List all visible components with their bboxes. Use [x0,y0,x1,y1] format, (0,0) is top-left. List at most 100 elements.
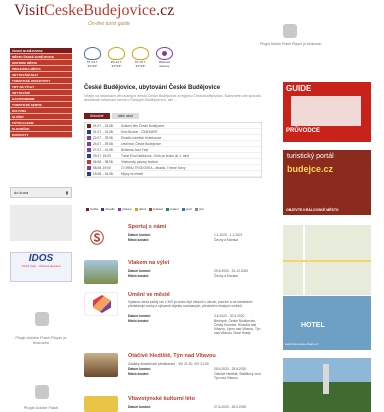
legend-swatch [195,207,199,211]
event-name[interactable]: Kino Budvar - CINEMAFE [121,130,158,134]
category-swatch [87,123,91,128]
category-swatch [87,147,91,152]
lang-select[interactable]: ▮ do kuna [10,187,72,198]
hotel-url: www.hotel-sele-dream.cz [285,342,319,346]
article-desc: Začátky divadelních představení - VIII 2… [128,362,209,366]
legend-swatch [117,207,121,211]
event-name[interactable]: Turné Eva Kadlečová - Krok po kroku do 1… [121,154,189,158]
legend-item: výstavy [117,207,132,211]
legend-label: výstavy [121,207,132,211]
legend-label: festival [153,207,163,211]
turist-portal-banner[interactable]: turistický portál budejce.cz OBJEVTE KRÁ… [283,150,371,215]
event-date: 06.08. - 08.08. [93,159,114,164]
event-date: 27.07. - 01.08. [93,147,114,152]
event-date: 29.07. 15:00 [93,153,111,158]
map-road [283,260,371,262]
tab-dalsi-akce[interactable]: další akce [111,113,140,119]
events-list: 01.07. - 31.08. Kulturní léto České Buděj… [84,122,262,178]
article-card[interactable]: Vlakem na výlet Datum konání: 29.6.2020 … [84,260,264,288]
banner-placeholder [10,205,72,241]
weather-day-1[interactable]: ČT 23.7. 33°/20° [84,47,101,68]
article-title[interactable]: Vlakem na výlet [128,260,169,266]
legend-label: dětmi [138,207,147,211]
hotel-banner[interactable]: HOTEL www.hotel-sele-dream.cz [283,296,371,350]
webcams-link[interactable]: Webové kamery [156,47,173,68]
legend-item: hudba [86,207,98,211]
lang-label: do kuna [14,190,29,195]
events-legend: hudba divadlo výstavy dětmi festival ostatní s… [86,207,264,211]
event-name[interactable]: Letohrad, České Budějovice [121,142,161,146]
meta-label: Datum konání: [128,269,151,273]
article-meta: Místo konání: [128,274,168,278]
event-name[interactable]: O ORNU TRODOSKA - divadlo, Trhové Sviny [121,166,185,170]
article-card[interactable]: Otáčivé hlediště, Týn nad Vltavou Začátk… [84,353,264,393]
legend-label: ostatní [169,207,179,211]
legend-item: ostatní [165,207,179,211]
meta-value: 29.6.2020 - 31.10.2020 [214,269,249,273]
article-title[interactable]: Sportuj s námi [128,224,166,230]
article-title[interactable]: Vltavotýnské kulturní léto [128,396,195,402]
turist-a: turistický portál [287,153,334,160]
event-row[interactable]: 15.08. - 15.08. Mlýny ve městě [85,171,261,177]
turist-b: budejce.cz [287,164,334,174]
plugin-puzzle-icon [283,24,297,38]
category-swatch [87,153,91,158]
summer-image [84,396,118,412]
eye-icon [156,47,173,60]
legend-item: divadlo [101,207,115,211]
article-title[interactable]: Umění ve městě [128,292,170,298]
map-widget[interactable] [283,225,371,295]
article-title[interactable]: Otáčivé hlediště, Týn nad Vltavou [128,353,216,359]
weather-day-3[interactable]: ČT 25.7. 33°/18° [132,47,149,68]
intro-text: Vítejte na stránkách věnovaných městu Če… [84,94,262,103]
sport-logo-icon: Ⓢ [90,230,104,246]
legend-swatch [86,207,89,211]
legend-item: sport [181,207,192,211]
nav-item[interactable]: KONTAKTY [10,132,72,138]
tower-image [323,364,329,394]
site-logo[interactable]: VisitCeskeBudejovice.cz [14,2,174,20]
article-meta: Datum konání: [128,314,168,318]
legend-item: dětmi [134,207,147,211]
article-meta: Datum konání: [128,367,168,371]
hotel-title: HOTEL [301,322,325,329]
article-meta: Místo konání: [128,238,168,242]
article-card[interactable]: Ⓢ Sportuj s námi Datum konání: 1.1.2020 … [84,224,264,254]
article-desc: Výstava, která každý rok v 300 po dobu č… [128,300,253,308]
weather-day-2[interactable]: PÁ 24.7. 34°/18° [108,47,125,68]
event-name[interactable]: Všeborský pasový festival [121,160,158,164]
events-tabs: Aktuálně další akce [84,113,140,119]
article-meta: Místo konání: [128,372,168,376]
category-swatch [87,159,91,164]
event-name[interactable]: Bohemia Jazz Fest [121,148,148,152]
event-date: 01.07. - 31.08. [93,123,114,128]
art-logo-icon [93,295,111,313]
meta-value: 3.6.2020 - 30.9.2020 [214,314,245,318]
idos-sub: Jízdní řády - Veřejná doprava [21,264,61,268]
forest-banner[interactable] [283,358,371,412]
guide-banner[interactable]: GUIDE PRŮVODCE [283,82,371,142]
meta-value: Bechyně, České Budějovice, Český Krumlov… [214,319,261,335]
event-name[interactable]: Divadlo náměstí Hokešovice [121,136,161,140]
article-card[interactable]: Umění ve městě Výstava, která každý rok … [84,292,264,342]
article-card[interactable]: Vltavotýnské kulturní léto Datum konání:… [84,396,264,412]
legend-label: divadlo [105,207,115,211]
meta-label: Místo konání: [128,274,150,278]
guide-sub: PRŮVODCE [286,128,321,134]
tab-aktualne[interactable]: Aktuálně [84,113,110,119]
legend-item: jiné [195,207,204,211]
meta-value: 25.6.2020 - 29.8.2020 [214,367,247,371]
turist-c: OBJEVTE KRÁLOVSKÉ MĚSTO [286,208,339,212]
legend-item: festival [149,207,163,211]
event-name[interactable]: Mlýny ve městě [121,172,143,176]
sun-cloud-icon [132,47,149,60]
meta-label: Datum konání: [128,314,151,318]
meta-label: Místo konání: [128,372,150,376]
logo-suffix: .cz [156,2,175,19]
event-name[interactable]: Kulturní léto České Budějovice [121,124,164,128]
tagline: On-line turist guide [88,21,130,27]
legend-swatch [134,207,138,211]
weather-temp: 33°/18° [135,64,146,68]
idos-banner[interactable]: IDOS Jízdní řády - Veřejná doprava [10,252,72,282]
page-title: České Budějovice, ubytování České Budějo… [84,85,221,91]
